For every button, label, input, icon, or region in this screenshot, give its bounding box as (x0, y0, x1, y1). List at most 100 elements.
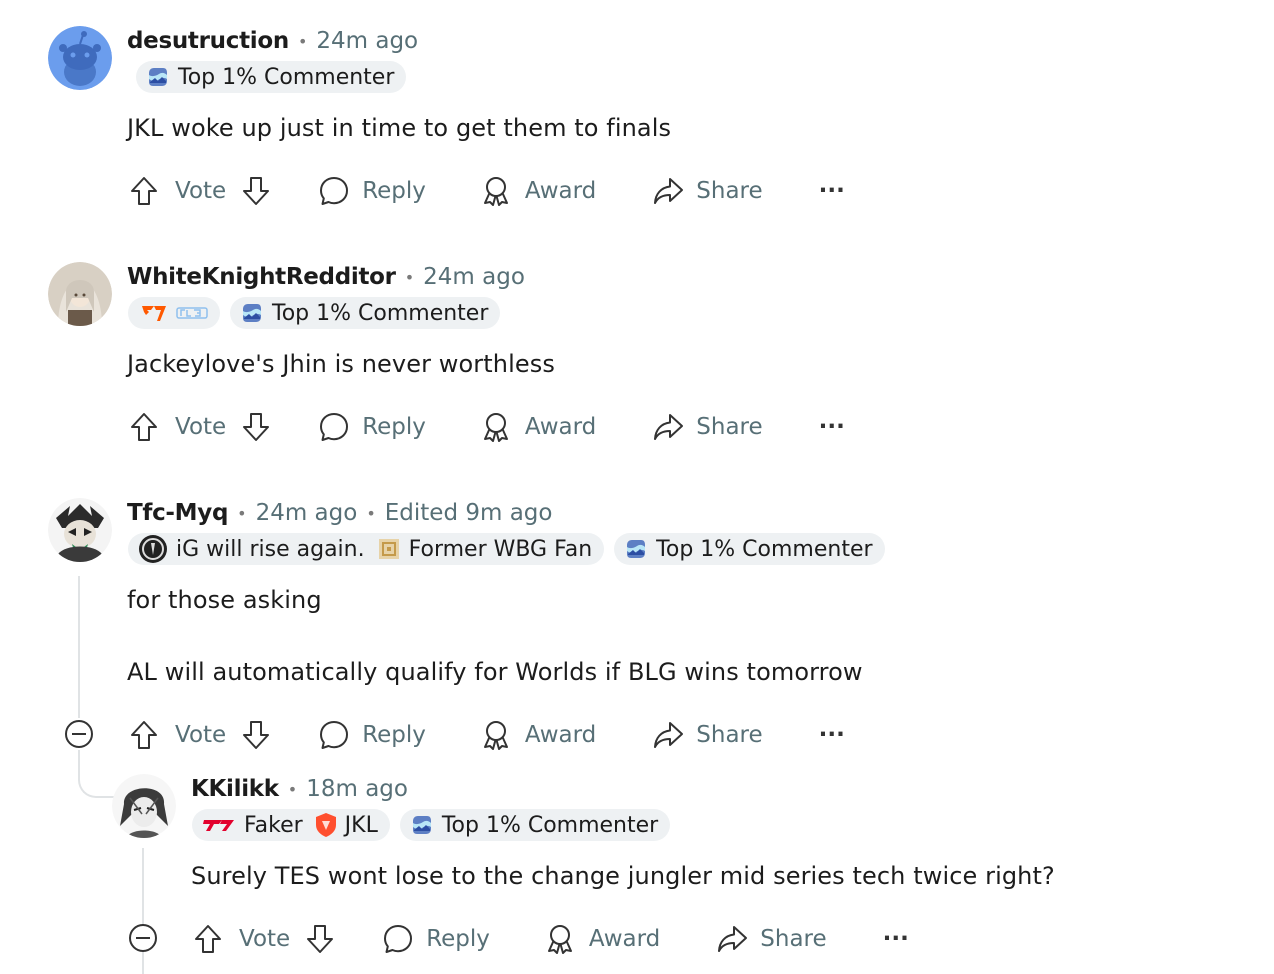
upvote-icon (192, 923, 224, 955)
upvote-button[interactable] (128, 175, 160, 207)
award-button[interactable]: Award (480, 175, 596, 207)
comment-meta: KKilikk • 18m ago (191, 774, 408, 804)
comment-actions: Vote Reply Award Share ··· (128, 407, 845, 447)
reply-button[interactable]: Reply (318, 175, 426, 207)
flair-label: Top 1% Commenter (441, 812, 659, 838)
comment-actions: Vote Reply Award Share ··· (192, 919, 909, 959)
award-icon (544, 923, 576, 955)
flair-team-text: iG will rise again. Former WBG Fan (128, 533, 605, 565)
upvote-icon (128, 175, 160, 207)
downvote-icon (240, 719, 272, 751)
reply-label: Reply (426, 926, 490, 952)
user-flairs: Top 1% Commenter (136, 61, 407, 93)
comment-meta: Tfc-Myq • 24m ago • Edited 9m ago (127, 498, 552, 528)
flair-label: Top 1% Commenter (178, 64, 395, 90)
reply-icon (382, 923, 414, 955)
award-button[interactable]: Award (480, 719, 596, 751)
reply-icon (318, 411, 350, 443)
more-options-button[interactable]: ··· (819, 178, 845, 204)
downvote-button[interactable] (240, 175, 272, 207)
award-button[interactable]: Award (480, 411, 596, 443)
award-icon (480, 411, 512, 443)
avatar[interactable] (48, 498, 112, 562)
avatar[interactable] (48, 262, 112, 326)
more-options-button[interactable]: ··· (883, 926, 909, 952)
share-label: Share (696, 414, 763, 440)
comment-body: Jackeylove's Jhin is never worthless (127, 350, 555, 378)
flair-label-2: Former WBG Fan (408, 536, 593, 562)
reply-icon (318, 719, 350, 751)
award-icon (480, 719, 512, 751)
username[interactable]: Tfc-Myq (127, 500, 228, 526)
share-icon (652, 411, 684, 443)
reply-button[interactable]: Reply (318, 719, 426, 751)
avatar[interactable] (48, 26, 112, 90)
timestamp[interactable]: 24m ago (256, 500, 358, 526)
thread-line (142, 848, 144, 974)
username[interactable]: desutruction (127, 28, 289, 54)
separator: • (237, 503, 247, 523)
more-options-button[interactable]: ··· (819, 722, 845, 748)
t1-logo (202, 817, 236, 833)
flair-top-commenter: Top 1% Commenter (399, 809, 671, 841)
reply-button[interactable]: Reply (318, 411, 426, 443)
vote-label: Vote (175, 178, 227, 204)
reply-label: Reply (362, 722, 426, 748)
timestamp[interactable]: 24m ago (316, 28, 418, 54)
share-button[interactable]: Share (652, 719, 763, 751)
award-label: Award (524, 178, 597, 204)
upvote-button[interactable] (128, 719, 160, 751)
wbg-logo (377, 537, 401, 561)
thread-line (78, 576, 80, 718)
upvote-button[interactable] (192, 923, 224, 955)
upvote-button[interactable] (128, 411, 160, 443)
share-label: Share (696, 722, 763, 748)
downvote-icon (240, 175, 272, 207)
downvote-button[interactable] (240, 719, 272, 751)
username[interactable]: WhiteKnightRedditor (127, 264, 396, 290)
award-label: Award (588, 926, 661, 952)
reply-icon (318, 175, 350, 207)
reply-label: Reply (362, 414, 426, 440)
top-commenter-icon (410, 813, 434, 837)
award-button[interactable]: Award (544, 923, 660, 955)
downvote-button[interactable] (240, 411, 272, 443)
top-commenter-icon (146, 65, 170, 89)
blg-logo (176, 305, 208, 321)
award-label: Award (524, 414, 597, 440)
vote-label: Vote (175, 722, 227, 748)
share-button[interactable]: Share (716, 923, 827, 955)
downvote-icon (240, 411, 272, 443)
collapse-thread-button[interactable] (129, 924, 157, 952)
share-icon (652, 175, 684, 207)
share-button[interactable]: Share (652, 411, 763, 443)
username[interactable]: KKilikk (191, 776, 279, 802)
avatar[interactable] (112, 774, 176, 838)
more-options-button[interactable]: ··· (819, 414, 845, 440)
comment-body-line: AL will automatically qualify for Worlds… (127, 658, 863, 686)
comment-meta: desutruction • 24m ago (127, 26, 418, 56)
timestamp[interactable]: 24m ago (423, 264, 525, 290)
timestamp[interactable]: 18m ago (306, 776, 408, 802)
fnatic-logo (140, 303, 168, 323)
collapse-thread-button[interactable] (65, 720, 93, 748)
flair-top-commenter: Top 1% Commenter (136, 61, 407, 93)
separator: • (404, 267, 415, 287)
flair-team-text: Faker JKL (192, 809, 390, 841)
vote-label: Vote (239, 926, 291, 952)
flair-label: iG will rise again. (176, 536, 365, 562)
flair-label: Top 1% Commenter (272, 300, 489, 326)
separator: • (287, 779, 298, 799)
top-commenter-icon (240, 301, 264, 325)
share-button[interactable]: Share (652, 175, 763, 207)
upvote-icon (128, 411, 160, 443)
reply-button[interactable]: Reply (382, 923, 490, 955)
comment-body: Surely TES wont lose to the change jungl… (191, 862, 1055, 890)
downvote-icon (304, 923, 336, 955)
upvote-icon (128, 719, 160, 751)
thread-connector (78, 750, 116, 798)
share-label: Share (696, 178, 763, 204)
comment-body-line: for those asking (127, 586, 322, 614)
downvote-button[interactable] (304, 923, 336, 955)
ig-logo (138, 534, 168, 564)
